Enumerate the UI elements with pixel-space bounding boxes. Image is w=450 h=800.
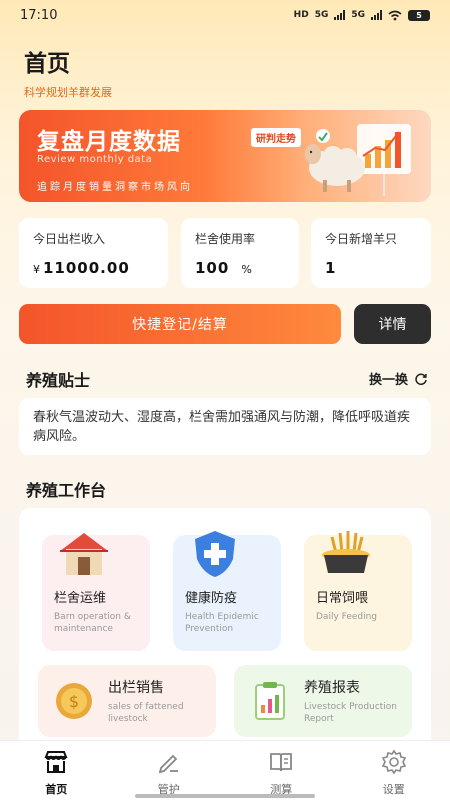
stat-number: 1	[325, 259, 337, 277]
quick-register-button[interactable]: 快捷登记/结算	[19, 304, 341, 344]
stat-value: 1	[325, 259, 417, 277]
banner-caption-char: 向	[180, 182, 190, 193]
tile-title: 出栏销售	[108, 680, 164, 696]
stat-value: 100%	[195, 259, 285, 277]
tile-subtitle: Daily Feeding	[316, 612, 378, 622]
stat-label: 栏舍使用率	[195, 232, 256, 246]
banner-subtitle: Review monthly data	[37, 154, 153, 165]
banner-caption-char: 销	[89, 182, 99, 193]
tile-subtitle: Health Epidemic Prevention	[185, 612, 259, 634]
book-icon	[270, 753, 293, 772]
banner-caption-char: 场	[154, 182, 164, 193]
refresh-label: 换一换	[368, 373, 408, 388]
banner-caption-char: 风	[167, 182, 177, 193]
stat-number: 100	[195, 259, 230, 277]
banner-caption-char: 量	[102, 182, 112, 193]
tile-production-report[interactable]: 养殖报表 Livestock Production Report	[234, 665, 412, 737]
feed-basket-icon	[322, 531, 370, 573]
stat-label: 今日新增羊只	[325, 232, 398, 246]
status-indicators: HD 5G 5G 5	[293, 9, 430, 21]
page-subtitle: 科学规划羊群发展	[24, 86, 112, 99]
tile-subtitle: sales of fattened livestock	[108, 702, 184, 724]
signal-label-2: 5G	[351, 10, 365, 20]
battery-icon: 5	[408, 9, 430, 21]
banner-caption-char: 度	[76, 182, 86, 193]
stat-number: 11000.00	[43, 259, 130, 277]
signal-label-1: 5G	[314, 10, 329, 20]
header: 首页 科学规划羊群发展	[24, 44, 112, 100]
tile-daily-feeding[interactable]: 日常饲喂 Daily Feeding	[304, 531, 412, 651]
banner-caption: 追 踪 月 度 销 量 洞 察 市 场 风 向	[37, 178, 193, 193]
home-store-icon	[44, 751, 68, 773]
nav-label: 设置	[382, 783, 405, 796]
banner-caption-char: 追	[37, 182, 47, 193]
tile-health-prevention[interactable]: 健康防疫 Health Epidemic Prevention	[173, 531, 281, 651]
stat-unit: %	[241, 263, 253, 276]
tile-livestock-sales[interactable]: $ 出栏销售 sales of fattened livestock	[38, 665, 216, 737]
stat-label: 今日出栏收入	[33, 232, 106, 246]
signal-icon	[334, 10, 346, 20]
nav-label: 首页	[45, 783, 68, 796]
nav-calculate[interactable]: 测算	[225, 741, 338, 800]
sheep-chart-illustration	[305, 124, 411, 196]
details-button[interactable]: 详情	[354, 304, 431, 344]
nav-care[interactable]: 管护	[113, 741, 226, 800]
tile-title: 日常饲喂	[316, 591, 369, 606]
page-title: 首页	[24, 51, 70, 77]
banner-caption-char: 月	[63, 182, 73, 193]
medical-shield-icon	[195, 531, 235, 577]
nav-settings[interactable]: 设置	[338, 741, 450, 800]
banner-caption-char: 市	[141, 182, 151, 193]
nav-home[interactable]: 首页	[0, 741, 113, 800]
gear-icon	[381, 749, 406, 775]
tile-barn-maintenance[interactable]: 栏舍运维 Barn operation & maintenance	[42, 533, 150, 651]
workbench-title: 养殖工作台	[26, 481, 107, 500]
coin-icon: $	[56, 683, 92, 719]
banner-caption-char: 洞	[115, 182, 125, 193]
currency-symbol: ¥	[33, 263, 41, 276]
stat-card-income[interactable]: 今日出栏收入 ¥11000.00	[19, 218, 168, 288]
workbench-panel: 栏舍运维 Barn operation & maintenance 健康防疫 H…	[19, 508, 431, 753]
stat-value: ¥11000.00	[33, 259, 154, 277]
refresh-icon	[415, 373, 427, 385]
stat-card-new-sheep[interactable]: 今日新增羊只 1	[311, 218, 431, 288]
network-type: HD	[293, 10, 309, 20]
tile-title: 健康防疫	[185, 591, 238, 606]
refresh-tip-button[interactable]: 换一换	[369, 369, 428, 388]
status-time: 17:10	[20, 7, 58, 23]
tip-content: 春秋气温波动大、湿度高，栏舍需加强通风与防潮，降低呼吸道疾病风险。	[19, 398, 431, 455]
tile-title: 养殖报表	[304, 680, 360, 696]
pen-icon	[158, 754, 178, 774]
banner-caption-char: 察	[128, 182, 138, 193]
monthly-review-banner[interactable]: 复盘月度数据 研判走势 Review monthly data 追 踪 月 度 …	[19, 110, 431, 202]
bottom-nav: 首页 管护 测算 设置	[0, 740, 450, 800]
barn-icon	[60, 533, 108, 575]
home-indicator	[135, 794, 315, 798]
tips-title: 养殖贴士	[26, 371, 91, 390]
tile-subtitle: Livestock Production Report	[304, 702, 398, 724]
tile-title: 栏舍运维	[54, 591, 107, 606]
wifi-icon	[388, 10, 402, 20]
status-bar: 17:10 HD 5G 5G 5	[0, 0, 450, 30]
tile-subtitle: Barn operation & maintenance	[54, 612, 131, 634]
report-icon	[255, 682, 285, 720]
stat-card-usage-rate[interactable]: 栏舍使用率 100%	[181, 218, 299, 288]
svg-text:$: $	[69, 692, 79, 711]
banner-title: 复盘月度数据	[37, 129, 181, 155]
banner-tag: 研判走势	[251, 128, 301, 147]
banner-caption-char: 踪	[50, 182, 60, 193]
signal-icon-2	[371, 10, 382, 20]
